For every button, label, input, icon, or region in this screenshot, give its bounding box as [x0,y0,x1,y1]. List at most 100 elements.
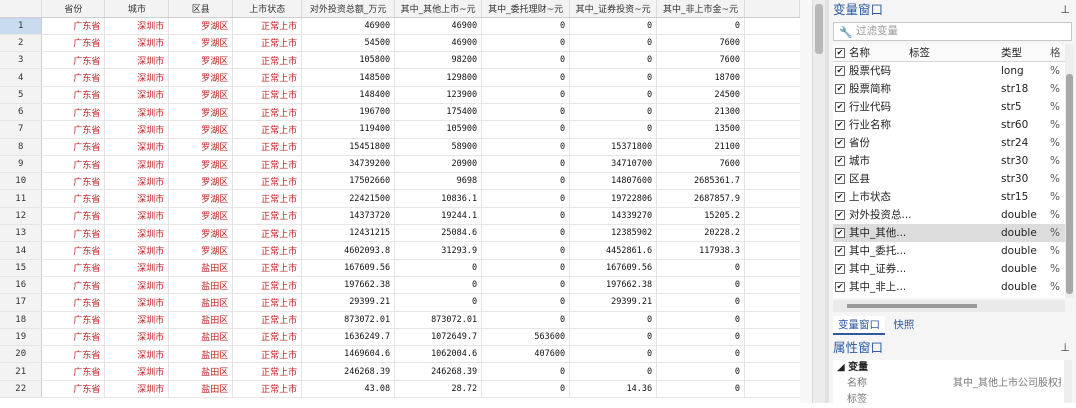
empty-cell[interactable] [744,207,800,226]
table-cell[interactable]: 0 [656,328,746,347]
table-cell[interactable]: 0 [569,68,658,87]
table-cell[interactable]: 罗湖区 [168,34,234,53]
tab-snapshot[interactable]: 快照 [888,316,919,335]
empty-cell[interactable] [744,328,800,347]
table-cell[interactable]: 正常上市 [232,103,303,122]
table-cell[interactable]: 34710700 [569,155,658,174]
column-header[interactable]: 对外投资总额_万元 [301,0,396,18]
table-cell[interactable]: 873072.01 [394,311,483,329]
table-cell[interactable]: 0 [481,189,571,208]
table-cell[interactable]: 深圳市 [104,120,170,139]
table-cell[interactable]: 0 [569,311,658,329]
table-cell[interactable]: 深圳市 [104,362,170,381]
empty-cell[interactable] [744,276,800,295]
table-cell[interactable]: 0 [481,207,571,226]
table-cell[interactable]: 0 [481,68,571,87]
empty-cell[interactable] [744,34,800,53]
table-cell[interactable]: 正常上市 [232,34,303,53]
table-cell[interactable]: 盐田区 [168,380,234,399]
table-cell[interactable]: 105800 [301,51,396,70]
table-cell[interactable]: 深圳市 [104,276,170,295]
table-cell[interactable]: 正常上市 [232,276,303,295]
table-cell[interactable]: 0 [481,311,571,329]
table-cell[interactable]: 0 [394,259,483,277]
table-row[interactable]: 5 广东省 深圳市 罗湖区 正常上市 148400 123900 0 0 24500 [0,86,800,104]
table-row[interactable]: 4 广东省 深圳市 罗湖区 正常上市 148500 129800 0 0 18700 [0,68,800,87]
variable-checkbox[interactable]: ✔ [835,228,845,238]
table-cell[interactable]: 0 [481,172,571,191]
table-cell[interactable]: 0 [481,51,571,70]
table-cell[interactable]: 2685361.7 [656,172,746,191]
table-cell[interactable]: 43.08 [301,380,396,399]
variable-checkbox[interactable]: ✔ [835,210,845,220]
table-cell[interactable]: 31293.9 [394,241,483,260]
table-cell[interactable]: 广东省 [41,103,106,122]
column-header[interactable]: 城市 [104,0,170,18]
empty-cell[interactable] [744,51,800,70]
table-cell[interactable]: 54500 [301,34,396,53]
table-cell[interactable]: 0 [481,17,571,35]
table-cell[interactable]: 深圳市 [104,34,170,53]
table-cell[interactable]: 0 [569,17,658,35]
table-cell[interactable]: 46900 [394,17,483,35]
table-cell[interactable]: 1469604.6 [301,345,396,364]
table-cell[interactable]: 正常上市 [232,328,303,347]
table-cell[interactable]: 正常上市 [232,189,303,208]
table-cell[interactable]: 深圳市 [104,241,170,260]
variable-checkbox[interactable]: ✔ [835,120,845,130]
table-cell[interactable]: 28.72 [394,380,483,399]
table-cell[interactable]: 正常上市 [232,293,303,312]
table-cell[interactable]: 19244.1 [394,207,483,226]
table-cell[interactable]: 盐田区 [168,328,234,347]
variable-checkbox[interactable]: ✔ [835,246,845,256]
table-cell[interactable]: 深圳市 [104,155,170,174]
table-cell[interactable]: 12431215 [301,224,396,243]
table-cell[interactable]: 246268.39 [394,362,483,381]
table-cell[interactable]: 29399.21 [301,293,396,312]
empty-cell[interactable] [744,189,800,208]
table-cell[interactable]: 深圳市 [104,207,170,226]
table-cell[interactable]: 正常上市 [232,362,303,381]
table-cell[interactable]: 广东省 [41,259,106,277]
column-header[interactable]: 上市状态 [232,0,303,18]
table-cell[interactable]: 0 [481,138,571,156]
empty-cell[interactable] [744,138,800,156]
table-cell[interactable]: 1636249.7 [301,328,396,347]
table-row[interactable]: 13 广东省 深圳市 罗湖区 正常上市 12431215 25084.6 0 12385902 2… [0,224,800,243]
empty-cell[interactable] [744,380,800,399]
table-cell[interactable]: 广东省 [41,172,106,191]
table-cell[interactable]: 197662.38 [569,276,658,295]
filter-variables-input[interactable]: 🔧 过滤变量 [833,22,1072,41]
variable-checkbox[interactable]: ✔ [835,282,845,292]
table-cell[interactable]: 197662.38 [301,276,396,295]
table-cell[interactable]: 105900 [394,120,483,139]
table-cell[interactable]: 正常上市 [232,380,303,399]
empty-cell[interactable] [744,293,800,312]
table-cell[interactable]: 正常上市 [232,241,303,260]
table-row[interactable]: 1 广东省 深圳市 罗湖区 正常上市 46900 46900 0 0 0 [0,17,800,35]
table-cell[interactable]: 17502660 [301,172,396,191]
table-cell[interactable]: 广东省 [41,51,106,70]
variable-row[interactable]: ✔ 省份 str24% [833,134,1065,152]
table-cell[interactable]: 14373720 [301,207,396,226]
table-cell[interactable]: 14.36 [569,380,658,399]
table-cell[interactable]: 广东省 [41,328,106,347]
table-cell[interactable]: 广东省 [41,362,106,381]
table-cell[interactable]: 0 [481,293,571,312]
empty-cell[interactable] [744,224,800,243]
table-cell[interactable]: 21300 [656,103,746,122]
table-cell[interactable]: 21100 [656,138,746,156]
table-cell[interactable]: 广东省 [41,345,106,364]
table-cell[interactable]: 19722806 [569,189,658,208]
table-cell[interactable]: 13500 [656,120,746,139]
variable-row[interactable]: ✔ 其中_委托... double% [833,242,1065,260]
table-cell[interactable]: 119400 [301,120,396,139]
table-cell[interactable]: 10836.1 [394,189,483,208]
table-cell[interactable]: 24500 [656,86,746,104]
empty-cell[interactable] [744,345,800,364]
table-cell[interactable]: 盐田区 [168,311,234,329]
table-cell[interactable]: 15451800 [301,138,396,156]
table-cell[interactable]: 0 [656,17,746,35]
variable-row[interactable]: ✔ 股票代码 long% [833,62,1065,80]
table-cell[interactable]: 98200 [394,51,483,70]
